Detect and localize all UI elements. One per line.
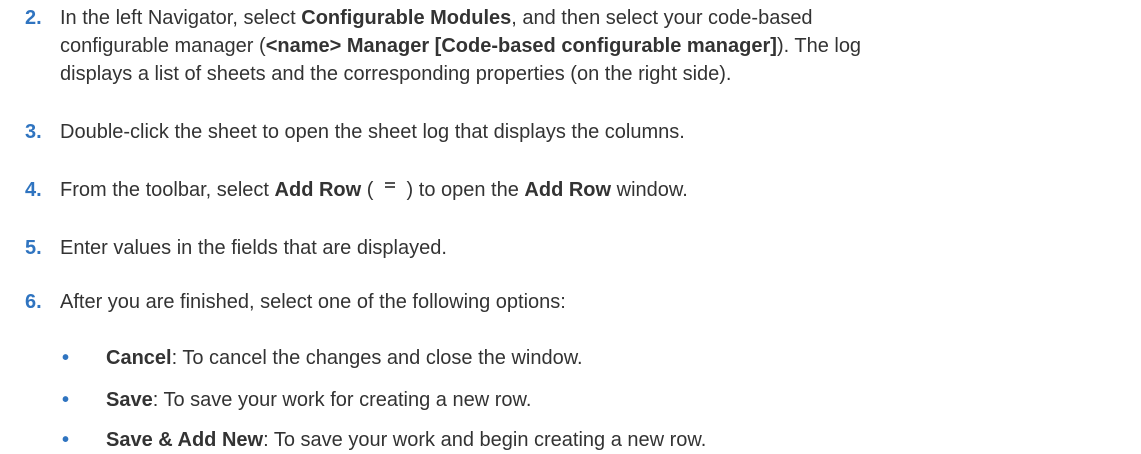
ui-term: Add Row [274,179,362,201]
option-label: Save & Add New [106,429,264,451]
bullet: • [62,347,70,369]
step-text: From the toolbar, select Add Row ( ) to … [60,178,688,201]
document-body: 2. In the left Navigator, select Configu… [0,0,1141,451]
step-line: configurable manager (<name> Manager [Co… [60,35,862,57]
bullet: • [62,429,70,451]
step-text: Enter values in the fields that are disp… [60,237,447,259]
step-text: Double-click the sheet to open the sheet… [60,121,685,143]
step-line: displays a list of sheets and the corres… [60,63,732,85]
option-label: Cancel [106,347,172,369]
add-row-icon [383,178,397,192]
step-number: 2. [25,7,42,29]
step-number: 5. [25,237,42,259]
option-label: Save [106,389,153,411]
step-number: 6. [25,291,42,313]
step-line: In the left Navigator, select Configurab… [60,7,813,29]
ui-term: Add Row [524,179,612,201]
step-text: After you are finished, select one of th… [60,291,566,313]
step-number: 3. [25,121,42,143]
step-number: 4. [25,179,42,201]
step-text: In the left Navigator, select Configurab… [60,4,1130,88]
ui-term: <name> Manager [Code-based configurable … [265,35,777,57]
bullet: • [62,389,70,411]
ui-term: Configurable Modules [301,7,512,29]
